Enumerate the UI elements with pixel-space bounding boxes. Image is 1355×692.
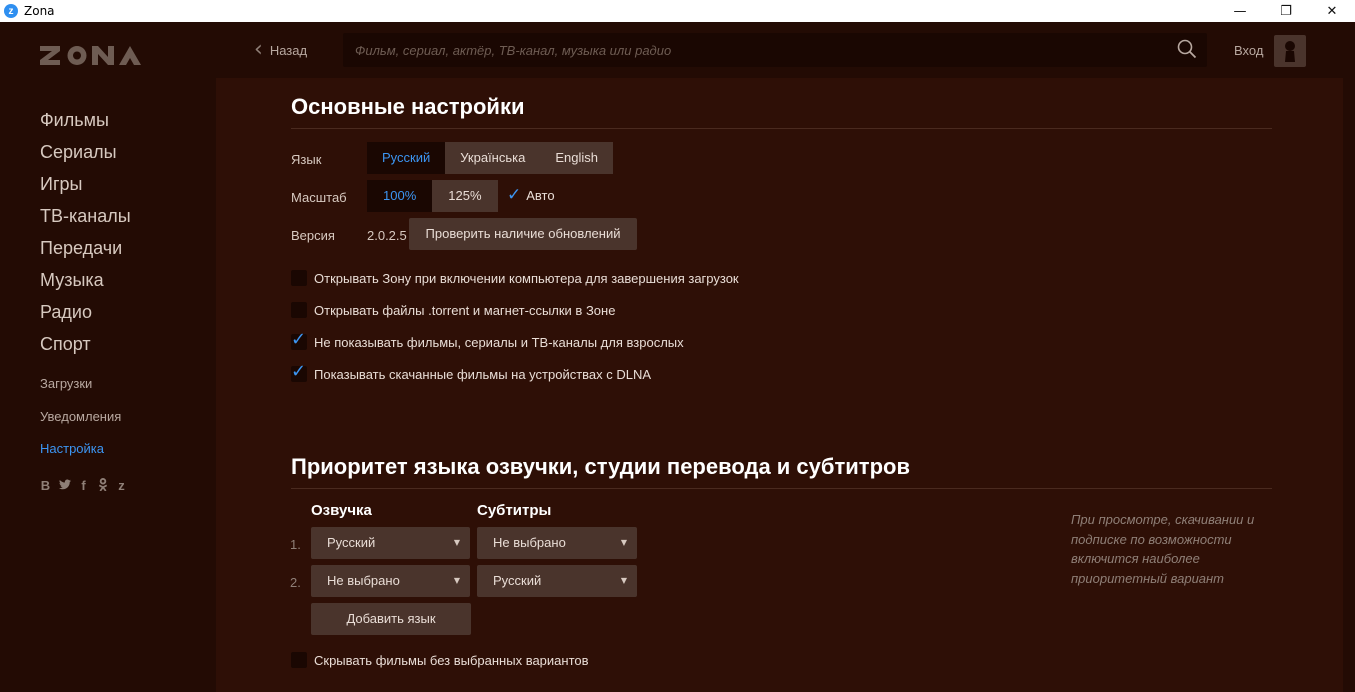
scale-label: Масштаб: [291, 190, 347, 205]
twitter-icon[interactable]: [59, 478, 71, 494]
voice-column-header: Озвучка: [311, 502, 372, 519]
caret-down-icon: ▼: [620, 576, 627, 585]
window-title: Zona: [24, 4, 55, 18]
search-icon[interactable]: [1177, 39, 1197, 64]
priority-rank: 1.: [290, 537, 301, 552]
divider: [291, 128, 1272, 129]
zona-logo-icon: [40, 46, 141, 65]
main-settings-title: Основные настройки: [291, 94, 525, 119]
scale-option-100[interactable]: 100%: [367, 180, 433, 212]
language-option-uk[interactable]: Українська: [445, 142, 541, 174]
caret-down-icon: ▼: [453, 576, 460, 585]
language-label: Язык: [291, 152, 322, 167]
checkbox-checked[interactable]: [291, 329, 307, 350]
language-selector: Русский Українська English: [367, 142, 613, 174]
settings-content: Основные настройки Язык Русский Українсь…: [216, 78, 1343, 692]
option-label: Скрывать фильмы без выбранных вариантов: [314, 652, 589, 668]
caret-down-icon: ▼: [453, 538, 460, 547]
minimize-button[interactable]: —: [1217, 0, 1263, 22]
check-updates-button[interactable]: Проверить наличие обновлений: [409, 218, 637, 250]
user-silhouette-icon: [1285, 41, 1295, 62]
add-language-button[interactable]: Добавить язык: [311, 603, 471, 635]
select-value: Русский: [493, 573, 542, 588]
checkbox[interactable]: [291, 270, 307, 286]
option-label: Показывать скачанные фильмы на устройств…: [314, 366, 652, 382]
divider: [291, 488, 1272, 489]
priority-title: Приоритет языка озвучки, студии перевода…: [291, 454, 910, 479]
nav-item-films[interactable]: Фильмы: [40, 104, 131, 136]
nav-item-settings[interactable]: Настройка: [40, 433, 121, 466]
nav-item-music[interactable]: Музыка: [40, 264, 131, 296]
nav-item-tv-channels[interactable]: ТВ-каналы: [40, 200, 131, 232]
scrollbar-track[interactable]: [1343, 78, 1355, 692]
zona-logo[interactable]: [40, 44, 142, 71]
option-open-torrents[interactable]: Открывать файлы .torrent и магнет-ссылки…: [291, 302, 615, 318]
checkbox-checked[interactable]: [291, 361, 307, 382]
secondary-nav: Загрузки Уведомления Настройка: [40, 368, 121, 466]
language-option-en[interactable]: English: [540, 142, 613, 174]
select-value: Русский: [327, 535, 376, 550]
nav-item-shows[interactable]: Передачи: [40, 232, 131, 264]
vk-icon[interactable]: B: [40, 478, 51, 494]
nav-item-series[interactable]: Сериалы: [40, 136, 131, 168]
nav-item-games[interactable]: Игры: [40, 168, 131, 200]
checkbox[interactable]: [291, 652, 307, 668]
nav-item-sport[interactable]: Спорт: [40, 328, 131, 360]
priority-hint: При просмотре, скачивании и подписке по …: [1071, 512, 1255, 586]
option-hide-without-variants[interactable]: Скрывать фильмы без выбранных вариантов: [291, 652, 589, 668]
auto-scale-checkbox[interactable]: ✓ Авто: [507, 185, 555, 205]
option-label: Открывать Зону при включении компьютера …: [314, 270, 739, 286]
subtitles-select-2[interactable]: Русский ▼: [477, 565, 637, 597]
top-header: ‹ Назад Вход: [216, 22, 1355, 78]
select-value: Не выбрано: [493, 535, 566, 550]
search-input[interactable]: [355, 33, 1155, 67]
restore-button[interactable]: ❐: [1263, 0, 1309, 22]
back-button[interactable]: ‹ Назад: [254, 37, 308, 62]
option-dlna[interactable]: Показывать скачанные фильмы на устройств…: [291, 361, 652, 382]
sidebar: Фильмы Сериалы Игры ТВ-каналы Передачи М…: [0, 22, 216, 692]
nav-item-downloads[interactable]: Загрузки: [40, 368, 121, 401]
scale-selector: 100% 125%: [367, 180, 498, 212]
voice-select-1[interactable]: Русский ▼: [311, 527, 470, 559]
voice-select-2[interactable]: Не выбрано ▼: [311, 565, 470, 597]
close-button[interactable]: ✕: [1309, 0, 1355, 22]
social-links: B f z: [40, 478, 127, 494]
nav-item-notifications[interactable]: Уведомления: [40, 401, 121, 434]
option-hide-adult[interactable]: Не показывать фильмы, сериалы и ТВ-канал…: [291, 329, 684, 350]
chevron-left-icon: ‹: [254, 37, 263, 62]
zona-app-icon: z: [4, 4, 18, 18]
option-label: Открывать файлы .torrent и магнет-ссылки…: [314, 302, 616, 318]
nav-item-radio[interactable]: Радио: [40, 296, 131, 328]
version-value: 2.0.2.5: [367, 228, 407, 243]
login-link[interactable]: Вход: [1234, 43, 1263, 58]
facebook-icon[interactable]: f: [78, 478, 89, 494]
select-value: Не выбрано: [327, 573, 400, 588]
subtitles-column-header: Субтитры: [477, 502, 552, 519]
version-label: Версия: [291, 228, 335, 243]
back-label: Назад: [269, 42, 308, 58]
auto-scale-label: Авто: [526, 187, 555, 203]
caret-down-icon: ▼: [620, 538, 627, 547]
search-box: [343, 33, 1207, 67]
scale-option-125[interactable]: 125%: [432, 180, 498, 212]
window-titlebar: z Zona — ❐ ✕: [0, 0, 1355, 22]
option-autostart[interactable]: Открывать Зону при включении компьютера …: [291, 270, 739, 286]
checkmark-icon: ✓: [507, 185, 522, 205]
zona-social-icon[interactable]: z: [116, 478, 127, 494]
avatar[interactable]: [1274, 35, 1306, 67]
main-nav: Фильмы Сериалы Игры ТВ-каналы Передачи М…: [40, 104, 131, 360]
option-label: Не показывать фильмы, сериалы и ТВ-канал…: [314, 334, 684, 350]
checkbox[interactable]: [291, 302, 307, 318]
odnoklassniki-icon[interactable]: [97, 478, 108, 494]
subtitles-select-1[interactable]: Не выбрано ▼: [477, 527, 637, 559]
priority-rank: 2.: [290, 575, 301, 590]
language-option-ru[interactable]: Русский: [367, 142, 446, 174]
